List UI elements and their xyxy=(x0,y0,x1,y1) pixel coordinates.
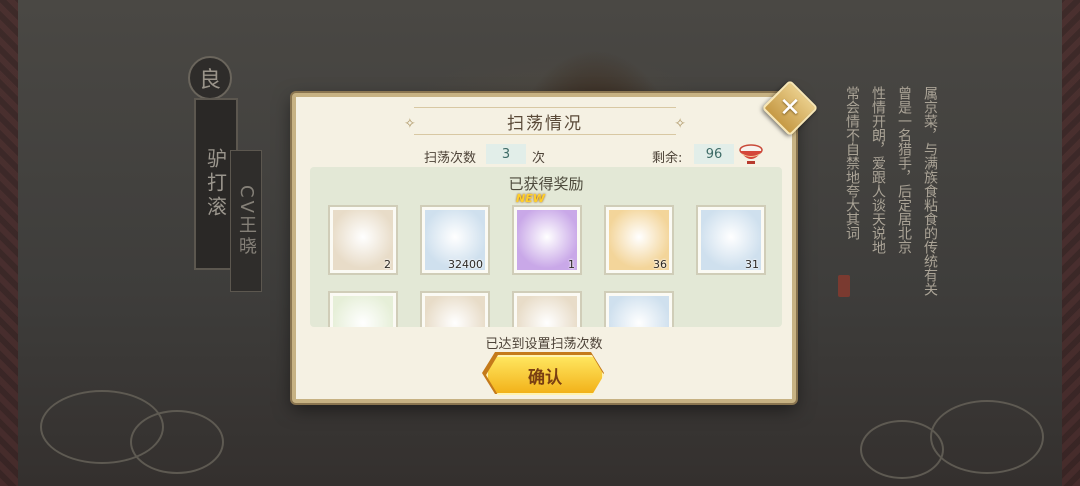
rewards-title: 已获得奖励 xyxy=(508,175,584,193)
right-border-pattern xyxy=(1062,0,1080,486)
left-border-pattern xyxy=(0,0,18,486)
reward-item-green-eye-character-fragment[interactable] xyxy=(512,291,582,327)
reward-item-blonde-character-fragment[interactable]: 2 xyxy=(328,205,398,275)
description-column: 曾是一名猎手，后定居北京 xyxy=(896,86,912,254)
grade-medal: 良 xyxy=(188,56,232,100)
dialog-title-bar: ✧ 扫荡情况 ✧ xyxy=(404,107,686,135)
remaining-value: 96 xyxy=(694,144,734,164)
sweep-count-unit: 次 xyxy=(532,151,546,166)
dialog-title: 扫荡情况 xyxy=(507,113,583,134)
reward-count: 2 xyxy=(384,258,391,271)
remaining-label: 剩余: xyxy=(652,151,683,166)
ornament-icon: ✧ xyxy=(404,116,416,132)
reward-count: 1 xyxy=(568,258,575,271)
red-hair-character-fragment-icon xyxy=(333,296,393,327)
reward-item-brown-hair-character-fragment[interactable] xyxy=(420,291,490,327)
description-column: 常会情不自禁地夸大其词 xyxy=(844,86,860,240)
brown-hair-character-fragment-icon xyxy=(425,296,485,327)
close-icon: ✕ xyxy=(779,93,801,123)
food-bowl-icon xyxy=(739,144,763,164)
sweep-count-value: 3 xyxy=(486,144,526,164)
voice-actor-label: CV王晓 xyxy=(230,150,262,292)
description-column: 性情开朗，爱跟人谈天说地 xyxy=(870,86,886,254)
straw-hat-character-fragment-icon xyxy=(609,296,669,327)
sweep-status-text: 已达到设置扫荡次数 xyxy=(485,337,603,352)
green-eye-character-fragment-icon xyxy=(517,296,577,327)
reward-item-dumpling[interactable]: 32400 xyxy=(420,205,490,275)
reward-count: 32400 xyxy=(448,258,483,271)
reward-item-hat-character-fragment[interactable]: 1 xyxy=(512,205,582,275)
cloud-pattern xyxy=(130,410,224,474)
sweep-result-dialog: ✧ 扫荡情况 ✧ 扫荡次数 3 次 剩余: 96 已获得奖励 2 32400 1 NE… xyxy=(292,93,796,403)
reward-item-rabbit-mochi[interactable]: 31 xyxy=(696,205,766,275)
seal-stamp xyxy=(838,275,850,297)
rewards-panel: 已获得奖励 2 32400 1 NEW 36 31 xyxy=(310,167,782,327)
ornament-icon: ✧ xyxy=(674,116,686,132)
sweep-count-label: 扫荡次数 xyxy=(424,151,477,166)
confirm-button[interactable]: 确认 xyxy=(486,355,604,395)
reward-count: 36 xyxy=(653,258,667,271)
new-badge: NEW xyxy=(516,192,545,205)
reward-item-coin-token[interactable]: 36 xyxy=(604,205,674,275)
description-column: 属京菜，与满族食粘食的传统有关 xyxy=(922,86,938,296)
cloud-pattern xyxy=(930,400,1044,474)
reward-count: 31 xyxy=(745,258,759,271)
reward-item-red-hair-character-fragment[interactable] xyxy=(328,291,398,327)
cloud-pattern xyxy=(860,420,944,479)
reward-item-straw-hat-character-fragment[interactable] xyxy=(604,291,674,327)
